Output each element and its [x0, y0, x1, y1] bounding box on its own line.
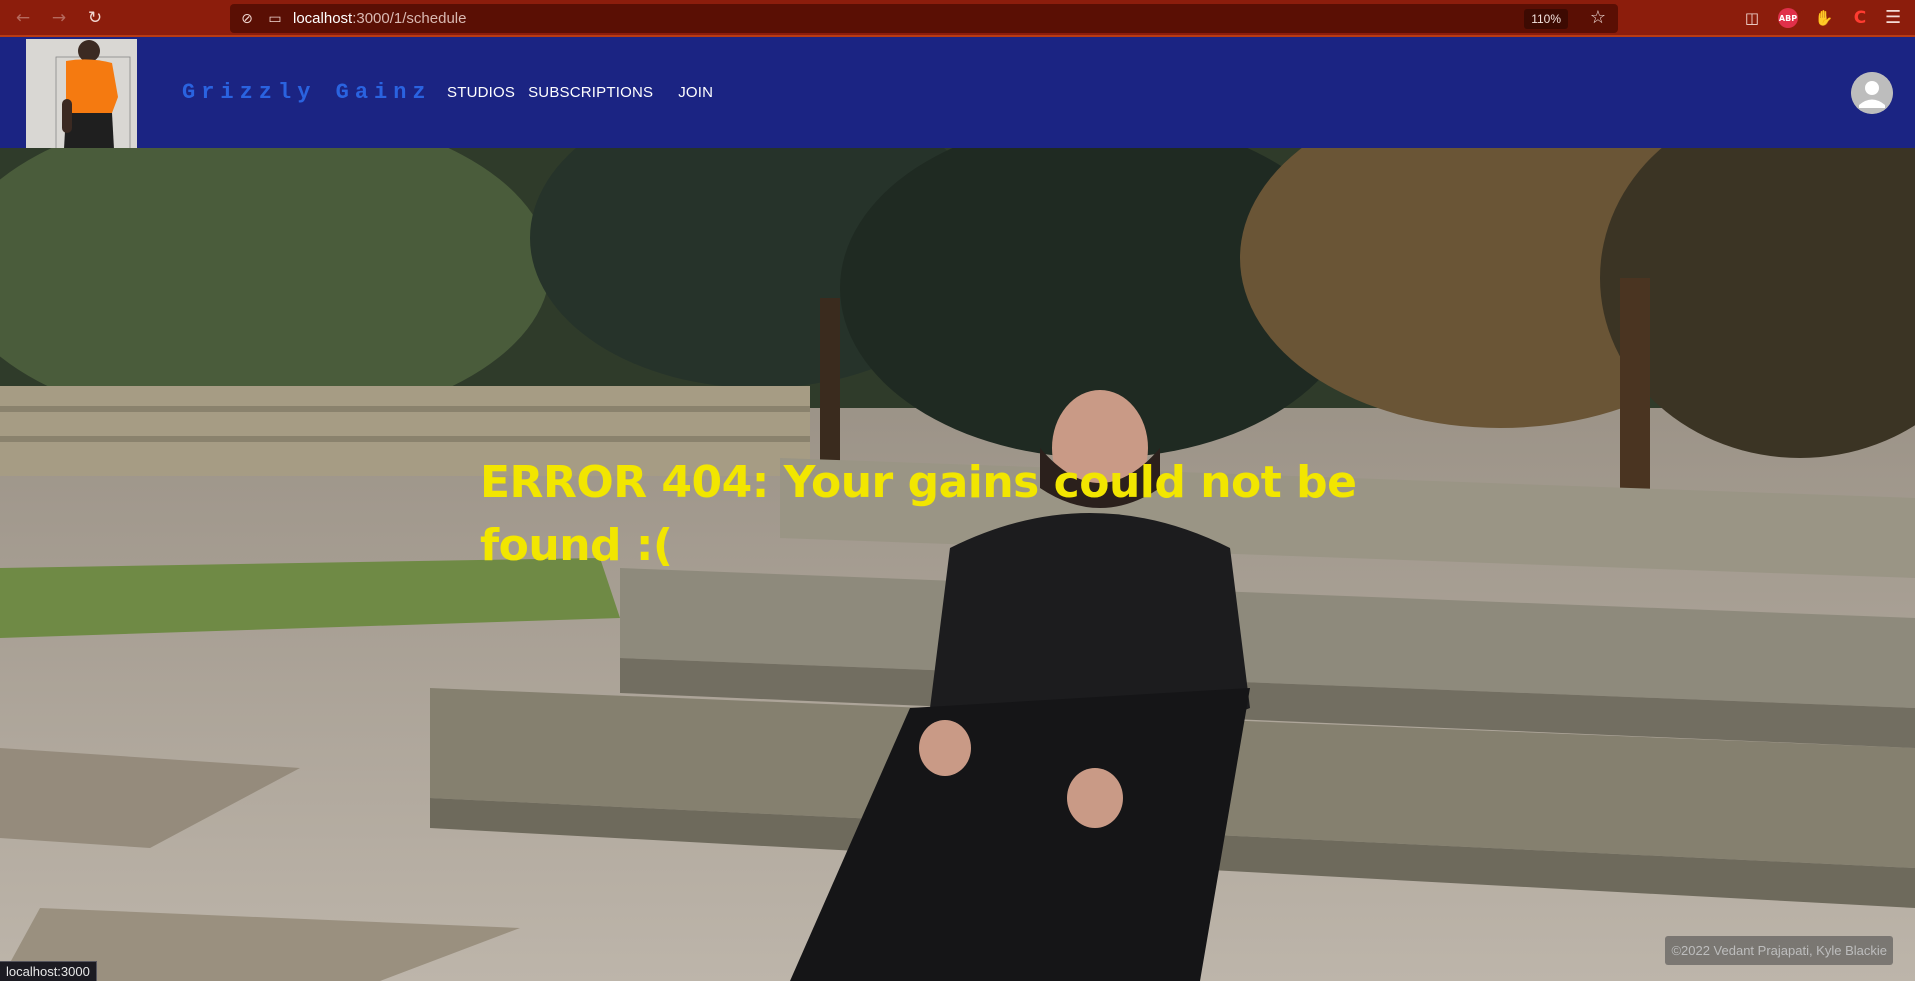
copyright-text: ©2022 Vedant Prajapati, Kyle Blackie: [1665, 936, 1893, 965]
pocket-icon[interactable]: ◫: [1742, 8, 1762, 28]
brand-title[interactable]: Grizzly Gainz: [182, 80, 432, 105]
page-info-icon[interactable]: ▭: [266, 10, 284, 28]
reload-icon[interactable]: ↻: [82, 6, 108, 30]
forward-arrow-icon[interactable]: →: [46, 6, 72, 30]
hamburger-menu-icon[interactable]: ☰: [1885, 7, 1901, 28]
nav-subscriptions[interactable]: SUBSCRIPTIONS: [528, 84, 653, 101]
back-arrow-icon[interactable]: ←: [10, 6, 36, 30]
url-text[interactable]: localhost:3000/1/schedule: [293, 10, 466, 27]
nav-join[interactable]: JOIN: [678, 84, 713, 101]
site-header: Grizzly Gainz STUDIOS SUBSCRIPTIONS JOIN: [0, 37, 1915, 149]
star-icon[interactable]: ☆: [1590, 7, 1606, 28]
main-nav: STUDIOS SUBSCRIPTIONS JOIN: [447, 84, 726, 101]
tracking-protection-icon[interactable]: ⊘: [238, 10, 256, 28]
adblock-icon[interactable]: ABP: [1778, 8, 1798, 28]
url-bar[interactable]: ⊘ ▭ localhost:3000/1/schedule 110% ☆: [230, 4, 1618, 33]
hero-video[interactable]: ERROR 404: Your gains could not be found…: [0, 148, 1915, 981]
status-bar-url: localhost:3000: [0, 961, 97, 981]
browser-toolbar: ← → ↻ ⊘ ▭ localhost:3000/1/schedule 110%…: [0, 0, 1915, 37]
extension-c-icon[interactable]: C: [1850, 8, 1870, 28]
logo[interactable]: [26, 39, 137, 149]
error-message: ERROR 404: Your gains could not be found…: [480, 457, 1357, 571]
extension-icon[interactable]: ✋: [1814, 8, 1834, 28]
user-avatar-icon[interactable]: [1851, 72, 1893, 114]
nav-studios[interactable]: STUDIOS: [447, 84, 515, 101]
zoom-badge[interactable]: 110%: [1524, 9, 1568, 29]
